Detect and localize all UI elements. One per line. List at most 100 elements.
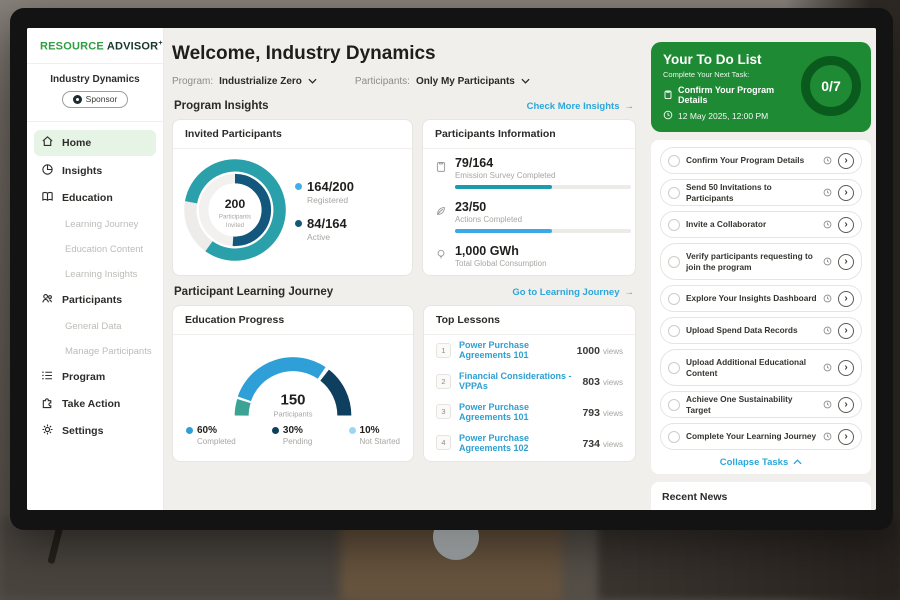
gauge-legend: 60% Completed 30% Pending 10% Not Starte… [173,423,413,446]
sidebar-item-label: Program [62,371,105,383]
check-more-insights-link[interactable]: Check More Insights → [527,101,634,112]
clipboard-icon [663,89,673,102]
progress-bar [455,229,631,233]
org-name: Industry Dynamics [33,74,157,85]
chevron-right-button[interactable]: › [838,360,854,376]
sponsor-badge: Sponsor [62,91,129,108]
checkbox[interactable] [668,219,680,231]
todo-item[interactable]: Send 50 Invitations to Participants › [660,179,862,206]
insights-cards-row: Invited Participants 200 Participants In… [172,119,636,276]
sidebar-item-participants[interactable]: Participants [27,287,163,314]
card-title: Invited Participants [173,120,412,149]
sidebar: RESOURCE ADVISOR+ Industry Dynamics Spon… [27,28,164,510]
go-to-learning-journey-link[interactable]: Go to Learning Journey → [512,287,634,298]
clock-icon [823,220,832,229]
todo-item[interactable]: Complete Your Learning Journey › [660,423,862,450]
home-icon [41,135,54,151]
sponsor-badge-label: Sponsor [86,94,118,104]
sidebar-item-label: Participants [62,294,122,306]
checkbox[interactable] [668,256,680,268]
lesson-link[interactable]: Power Purchase Agreements 102 [459,433,574,453]
monitor-bezel: RESOURCE ADVISOR+ Industry Dynamics Spon… [10,8,893,530]
clock-icon [823,363,832,372]
collapse-tasks-link[interactable]: Collapse Tasks [660,455,862,469]
checkbox[interactable] [668,362,680,374]
clock-icon [823,326,832,335]
program-filter[interactable]: Program: Industrialize Zero [172,76,317,87]
sidebar-item-label: Home [62,137,91,149]
sidebar-item-program[interactable]: Program [27,364,163,391]
chevron-right-button[interactable]: › [838,185,854,201]
todo-item[interactable]: Upload Additional Educational Content › [660,349,862,386]
sidebar-item-home[interactable]: Home [34,130,156,156]
top-lessons-card: Top Lessons 1 Power Purchase Agreements … [423,305,636,462]
todo-item[interactable]: Confirm Your Program Details › [660,147,862,174]
brand-secondary: ADVISOR [107,41,159,53]
checkbox[interactable] [668,431,680,443]
progress-bar [455,185,631,189]
learning-cards-row: Education Progress 150 Participants 60% … [172,305,636,462]
brand-plus: + [158,40,162,47]
sidebar-item-learning-insights[interactable]: Learning Insights [27,262,163,287]
invited-participants-card: Invited Participants 200 Participants In… [172,119,413,276]
clock-icon [823,294,832,303]
gauge-segment-pending [325,375,345,415]
brand-logo: RESOURCE ADVISOR+ [27,40,163,64]
chevron-right-button[interactable]: › [838,323,854,339]
lesson-rank: 4 [436,435,451,450]
sidebar-item-education-content[interactable]: Education Content [27,237,163,262]
lesson-rank: 2 [436,374,451,389]
chevron-down-icon [308,76,317,87]
checkbox[interactable] [668,399,680,411]
sidebar-item-general-data[interactable]: General Data [27,314,163,339]
dashboard-screen: RESOURCE ADVISOR+ Industry Dynamics Spon… [27,28,876,510]
todo-item[interactable]: Verify participants requesting to join t… [660,243,862,280]
legend-dot [349,427,356,434]
todo-item[interactable]: Upload Spend Data Records › [660,317,862,344]
chevron-right-button[interactable]: › [838,429,854,445]
sidebar-item-manage-participants[interactable]: Manage Participants [27,339,163,364]
gear-icon [41,423,54,439]
svg-text:200: 200 [225,197,246,211]
sidebar-item-learning-journey[interactable]: Learning Journey [27,212,163,237]
program-insights-header: Program Insights Check More Insights → [174,100,634,112]
chevron-right-button[interactable]: › [838,254,854,270]
todo-item[interactable]: Achieve One Sustainability Target › [660,391,862,418]
checkbox[interactable] [668,325,680,337]
todo-item[interactable]: Explore Your Insights Dashboard › [660,285,862,312]
sidebar-item-take-action[interactable]: Take Action [27,391,163,418]
section-title: Program Insights [174,100,269,112]
legend-dot [186,427,193,434]
filter-bar: Program: Industrialize Zero Participants… [172,76,636,87]
clock-icon [823,432,832,441]
chevron-right-button[interactable]: › [838,153,854,169]
sidebar-item-label: Take Action [62,398,120,410]
chevron-right-button[interactable]: › [838,397,854,413]
checkbox[interactable] [668,187,680,199]
lesson-rank: 3 [436,404,451,419]
todo-item[interactable]: Invite a Collaborator › [660,211,862,238]
checkbox[interactable] [668,293,680,305]
legend-dot [295,183,302,190]
participants-filter[interactable]: Participants: Only My Participants [355,76,530,87]
lesson-row: 1 Power Purchase Agreements 101 1000view… [424,335,635,366]
card-title: Top Lessons [424,306,635,335]
sidebar-item-settings[interactable]: Settings [27,418,163,445]
sidebar-item-label: Settings [62,425,103,437]
lesson-link[interactable]: Financial Considerations - VPPAs [459,371,574,391]
chevron-right-button[interactable]: › [838,217,854,233]
sidebar-item-education[interactable]: Education [27,185,163,212]
lesson-link[interactable]: Power Purchase Agreements 101 [459,340,569,360]
sidebar-item-insights[interactable]: Insights [27,158,163,185]
lesson-row: 2 Financial Considerations - VPPAs 803vi… [424,366,635,397]
leaf-icon [435,200,447,233]
lesson-link[interactable]: Power Purchase Agreements 101 [459,402,574,422]
gauge-segment-notstarted [242,401,244,415]
chevron-right-button[interactable]: › [838,291,854,307]
sidebar-item-label: Education [62,192,113,204]
arrow-right-icon: → [625,287,635,298]
main-content: Welcome, Industry Dynamics Program: Indu… [164,28,648,510]
svg-text:Participants: Participants [274,409,313,418]
checkbox[interactable] [668,155,680,167]
card-title: Participants Information [423,120,635,149]
